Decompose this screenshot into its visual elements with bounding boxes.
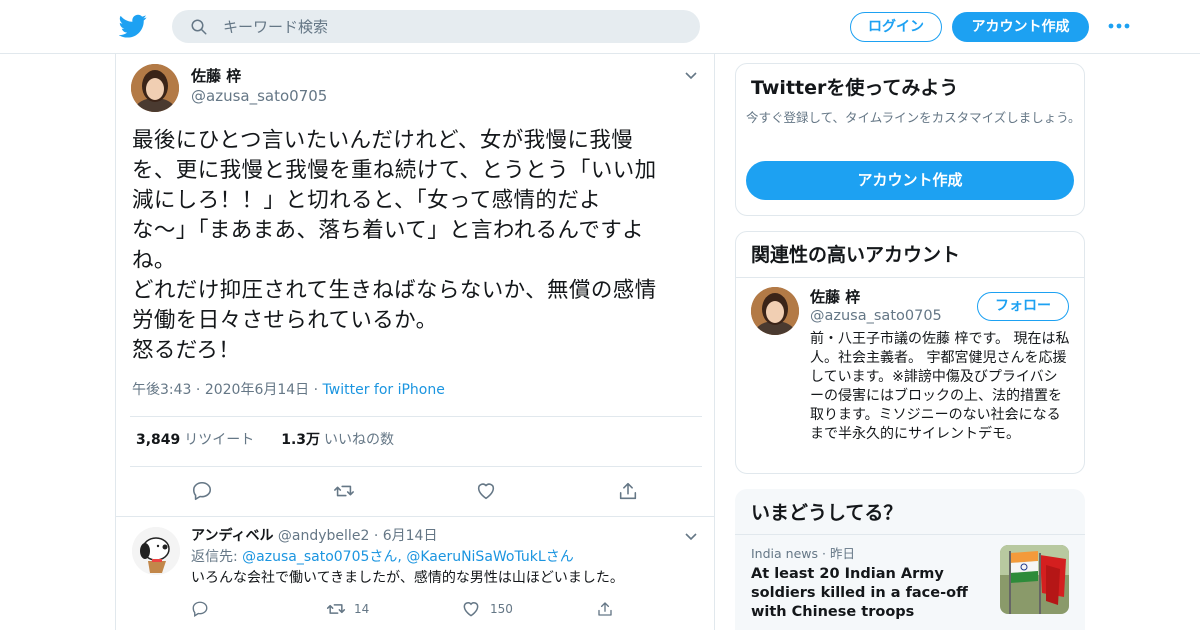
signup-card: Twitterを使ってみよう 今すぐ登録して、タイムラインをカスタマイズしましょ… <box>735 63 1085 216</box>
share-icon[interactable] <box>617 480 639 502</box>
reply-tweet[interactable]: アンディベル @andybelle2 · 6月14日 返信先: @azusa_s… <box>116 516 714 626</box>
retweet-stat[interactable]: 3,849 リツイート <box>136 432 254 448</box>
reply-retweet-count: 14 <box>354 602 370 616</box>
reply-author-handle[interactable]: @andybelle2 <box>278 528 369 544</box>
follow-button[interactable]: フォロー <box>977 292 1069 321</box>
meta-separator: · <box>821 546 830 561</box>
meta-separator: · <box>313 382 323 398</box>
avatar-photo <box>131 64 179 112</box>
reply-to-prefix: 返信先: <box>191 549 243 565</box>
divider <box>735 534 1085 535</box>
tweet-meta: 午後3:43 · 2020年6月14日 · Twitter for iPhone <box>132 381 445 399</box>
tweet-column: 佐藤 梓 @azusa_sato0705 最後にひとつ言いたいんだけれど、女が我… <box>115 54 715 630</box>
signup-button[interactable]: アカウント作成 <box>952 12 1089 42</box>
top-header: キーワード検索 ログイン アカウント作成 <box>0 0 1200 54</box>
related-card-title: 関連性の高いアカウント <box>751 244 961 266</box>
more-dots-icon[interactable] <box>1107 19 1131 33</box>
signup-card-button[interactable]: アカウント作成 <box>746 161 1074 200</box>
trend-time: 昨日 <box>829 546 855 561</box>
trends-card-title: いまどうしてる？ <box>751 502 903 524</box>
retweet-icon[interactable] <box>326 599 346 619</box>
author-handle[interactable]: @azusa_sato0705 <box>191 87 327 105</box>
like-stat-label: いいねの数 <box>324 432 395 448</box>
divider <box>736 277 1084 278</box>
trend-source-name: India news <box>751 546 818 561</box>
reply-to-suffix: さん <box>545 549 574 565</box>
share-icon[interactable] <box>596 599 614 619</box>
meta-separator: · <box>373 528 383 544</box>
reply-text: いろんな会社で働いてきましたが、感情的な男性は山ほどいました。 <box>191 570 624 586</box>
search-icon <box>191 19 207 35</box>
reply-header: アンディベル @andybelle2 · 6月14日 <box>191 527 437 545</box>
reply-date[interactable]: 6月14日 <box>383 528 438 544</box>
reply-avatar[interactable] <box>132 527 180 575</box>
author-avatar[interactable] <box>131 64 179 112</box>
divider <box>130 466 702 467</box>
like-heart-icon[interactable] <box>475 480 497 502</box>
chevron-down-icon[interactable] <box>684 71 698 81</box>
signup-card-title: Twitterを使ってみよう <box>751 77 959 99</box>
trend-headline[interactable]: At least 20 Indian Army soldiers killed … <box>751 565 983 622</box>
related-accounts-card: 関連性の高いアカウント 佐藤 梓 @azusa_sato0705 フォロー 前・… <box>735 231 1085 474</box>
trend-source: India news · 昨日 <box>751 546 855 562</box>
tweet-text: 最後にひとつ言いたいんだけれど、女が我慢に我慢 を、更に我慢と我慢を重ね続けて、… <box>132 128 657 363</box>
login-button[interactable]: ログイン <box>850 12 942 42</box>
like-stat[interactable]: 1.3万 いいねの数 <box>281 432 394 448</box>
reply-like-count: 150 <box>490 602 513 616</box>
chevron-down-icon[interactable] <box>684 532 698 542</box>
retweet-count: 3,849 <box>136 432 181 448</box>
avatar-photo <box>751 287 799 335</box>
like-heart-icon[interactable] <box>461 599 481 619</box>
reply-author-name[interactable]: アンディベル <box>191 528 273 544</box>
related-account-name[interactable]: 佐藤 梓 <box>810 288 860 306</box>
trends-card: いまどうしてる？ India news · 昨日 At least 20 Ind… <box>735 489 1085 630</box>
retweet-stat-label: リツイート <box>184 432 255 448</box>
author-name[interactable]: 佐藤 梓 <box>191 67 241 85</box>
related-account-handle[interactable]: @azusa_sato0705 <box>810 307 942 325</box>
tweet-time: 午後3:43 <box>132 382 192 398</box>
trend-thumbnail[interactable] <box>1000 545 1069 614</box>
tweet-source[interactable]: Twitter for iPhone <box>323 382 445 398</box>
snoopy-avatar-image <box>132 527 180 575</box>
reply-to-line: 返信先: @azusa_sato0705さん, @KaeruNiSaWoTukL… <box>191 548 574 566</box>
flags-image <box>1000 545 1069 614</box>
tweet-stats: 3,849 リツイート 1.3万 いいねの数 <box>136 431 394 449</box>
divider <box>130 416 702 417</box>
reply-icon[interactable] <box>191 480 213 502</box>
reply-to-mid: さん, <box>369 549 407 565</box>
signup-card-subtitle: 今すぐ登録して、タイムラインをカスタマイズしましょう。 <box>746 110 1081 125</box>
reply-to-user-link[interactable]: @KaeruNiSaWoTukL <box>406 549 545 565</box>
related-account-avatar[interactable] <box>751 287 799 335</box>
search-bar[interactable]: キーワード検索 <box>172 10 700 43</box>
like-count: 1.3万 <box>281 432 321 448</box>
related-account-bio: 前・八王子市議の佐藤 梓です。 現在は私人。社会主義者。 宇都宮健児さんを応援し… <box>810 331 1070 442</box>
meta-separator: · <box>195 382 205 398</box>
reply-icon[interactable] <box>191 599 209 619</box>
reply-to-user-link[interactable]: @azusa_sato0705 <box>242 549 369 565</box>
tweet-date[interactable]: 2020年6月14日 <box>205 382 309 398</box>
twitter-bird-icon[interactable] <box>119 12 147 40</box>
search-input[interactable]: キーワード検索 <box>223 18 328 36</box>
retweet-icon[interactable] <box>333 480 355 502</box>
